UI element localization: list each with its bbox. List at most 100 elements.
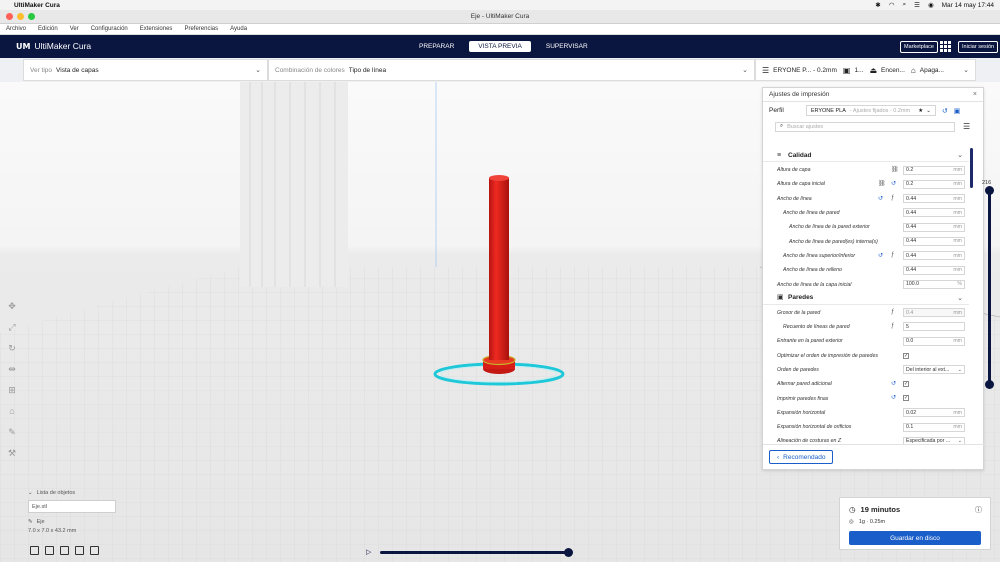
search-icon[interactable]: ⌕ <box>902 1 906 9</box>
scale-tool-icon[interactable]: ⤢ <box>6 321 18 333</box>
chevron-down-icon: ⌄ <box>957 366 962 373</box>
macos-app-name[interactable]: UltiMaker Cura <box>14 2 60 9</box>
profile-dropdown[interactable]: ERYONE PLA - Ajustes fijados - 0.2mm ★ ⌄ <box>805 105 936 116</box>
minimize-window-button[interactable] <box>17 13 24 20</box>
setting-input[interactable]: 0.02 mm <box>903 408 965 418</box>
view-left-icon[interactable] <box>75 546 84 555</box>
menu-archivo[interactable]: Archivo <box>6 26 26 32</box>
menu-edicion[interactable]: Edición <box>38 26 58 32</box>
setting-select[interactable]: Especificada por ... ⌄ <box>903 436 965 444</box>
setting-input[interactable]: 5 <box>903 322 965 332</box>
tab-preparar[interactable]: PREPARAR <box>410 41 463 52</box>
category-calidad[interactable]: ≡ Calidad ⌄ <box>763 149 969 162</box>
move-tool-icon[interactable]: ✥ <box>6 300 18 312</box>
recommended-button[interactable]: ‹ Recomendado <box>769 450 834 464</box>
mirror-tool-icon[interactable]: ⇹ <box>6 363 18 375</box>
function-icon[interactable]: ƒ <box>891 323 894 329</box>
layer-slider[interactable] <box>985 186 994 389</box>
function-icon[interactable]: ƒ <box>891 309 894 315</box>
wifi-icon[interactable]: ◠ <box>889 1 895 9</box>
object-list-item[interactable]: Eje.stl <box>28 500 116 513</box>
setting-input[interactable]: 0.44 mm <box>903 251 965 261</box>
setting-row: Imprimir paredes finas ↺ ✓ <box>763 391 969 405</box>
menu-ver[interactable]: Ver <box>70 26 79 32</box>
settings-visibility-menu-icon[interactable]: ☰ <box>963 122 970 131</box>
setting-label: Expansión horizontal <box>777 409 826 416</box>
setting-input[interactable]: 0.4 mm <box>903 308 965 318</box>
zoom-window-button[interactable] <box>28 13 35 20</box>
menu-configuracion[interactable]: Configuración <box>91 26 128 32</box>
setting-input[interactable]: 0.44 mm <box>903 222 965 232</box>
bluetooth-icon[interactable]: ✱ <box>875 1 880 9</box>
measure-tool-icon[interactable]: ✎ <box>6 426 18 438</box>
tab-vista-previa[interactable]: VISTA PREVIA <box>469 41 531 52</box>
setting-input[interactable]: 0.44 mm <box>903 236 965 246</box>
setting-input[interactable]: 0.2 mm <box>903 179 965 189</box>
setting-checkbox[interactable]: ✓ <box>903 352 909 359</box>
control-center-icon[interactable]: ☰ <box>914 1 920 9</box>
setting-input[interactable]: 0.44 mm <box>903 265 965 275</box>
paint-tool-icon[interactable]: ⚒ <box>6 447 18 459</box>
setting-input[interactable]: 0.44 mm <box>903 194 965 204</box>
view-top-icon[interactable] <box>60 546 69 555</box>
setting-unit: mm <box>953 209 962 216</box>
setting-unit: mm <box>953 338 962 345</box>
search-input[interactable]: ⌕ Buscar ajustes <box>775 121 955 132</box>
print-setup-selector[interactable]: ☰ ERYONE P... - 0.2mm ▣ 1... ⏏ Encen... … <box>755 59 976 81</box>
close-window-button[interactable] <box>6 13 13 20</box>
profile-row: Perfil ERYONE PLA - Ajustes fijados - 0.… <box>763 102 983 119</box>
object-list-toggle[interactable]: ⌄ Lista de objetos <box>28 490 128 496</box>
menu-extensiones[interactable]: Extensiones <box>140 26 173 32</box>
layer-slider-bottom-handle[interactable] <box>985 380 994 389</box>
info-icon[interactable]: ⓘ <box>975 505 982 515</box>
menu-preferencias[interactable]: Preferencias <box>184 26 218 32</box>
reset-icon[interactable]: ↺ <box>891 394 896 401</box>
close-icon[interactable]: × <box>973 91 977 98</box>
reset-icon[interactable]: ↺ <box>878 252 883 259</box>
function-icon[interactable]: ƒ <box>891 252 894 258</box>
marketplace-button[interactable]: Marketplace <box>900 41 938 53</box>
print-time-value: 19 minutos <box>860 505 901 514</box>
settings-scrollbar[interactable] <box>970 148 973 188</box>
setting-value: 0.4 <box>906 309 914 316</box>
setting-input[interactable]: 0.44 mm <box>903 208 965 218</box>
play-icon[interactable]: ▷ <box>366 548 371 556</box>
menu-ayuda[interactable]: Ayuda <box>230 26 247 32</box>
per-model-settings-icon[interactable]: ⊞ <box>6 384 18 396</box>
setting-input[interactable]: 0.2 mm <box>903 165 965 175</box>
save-profile-icon[interactable]: ▣ <box>954 107 961 115</box>
setting-checkbox[interactable]: ✓ <box>903 381 909 388</box>
setting-input[interactable]: 100.0% <box>903 279 965 289</box>
tab-supervisar[interactable]: SUPERVISAR <box>537 41 597 52</box>
reset-profile-icon[interactable]: ↺ <box>942 107 948 115</box>
support-blocker-icon[interactable]: ⌂ <box>6 405 18 417</box>
link-icon[interactable]: ⛓ <box>878 180 886 187</box>
setting-select[interactable]: Del interior al ext... ⌄ <box>903 365 965 375</box>
layer-playback-slider[interactable] <box>380 548 573 557</box>
link-icon[interactable]: ⛓ <box>891 166 899 173</box>
setting-input[interactable]: 0.0 mm <box>903 336 965 346</box>
setting-input[interactable]: 0.1 mm <box>903 422 965 432</box>
reset-icon[interactable]: ↺ <box>891 380 896 387</box>
star-icon[interactable]: ★ <box>918 108 923 114</box>
view-front-icon[interactable] <box>45 546 54 555</box>
reset-icon[interactable]: ↺ <box>878 195 883 202</box>
playback-handle[interactable] <box>564 548 573 557</box>
setting-checkbox[interactable]: ✓ <box>903 395 909 402</box>
view-right-icon[interactable] <box>90 546 99 555</box>
siri-icon[interactable]: ◉ <box>928 1 934 9</box>
layer-slider-top-handle[interactable] <box>985 186 994 195</box>
rotate-tool-icon[interactable]: ↻ <box>6 342 18 354</box>
settings-list[interactable]: ≡ Calidad ⌄ Altura de capa ⛓ 0.2 mm Altura de c… <box>763 149 969 444</box>
color-scheme-dropdown[interactable]: Combinación de colores Tipo de línea ⌄ <box>268 59 755 81</box>
function-icon[interactable]: ƒ <box>891 195 894 201</box>
view-type-dropdown[interactable]: Ver tipo Vista de capas ⌄ <box>23 59 268 81</box>
macos-clock[interactable]: Mar 14 may 17:44 <box>942 2 994 9</box>
category-paredes[interactable]: ▣ Paredes ⌄ <box>763 292 969 305</box>
reset-icon[interactable]: ↺ <box>891 180 896 187</box>
signin-button[interactable]: Iniciar sesión <box>958 41 999 53</box>
view-3d-icon[interactable] <box>30 546 39 555</box>
pencil-icon[interactable]: ✎ <box>28 519 33 525</box>
save-to-disk-button[interactable]: Guardar en disco <box>849 531 981 545</box>
apps-grid-icon[interactable] <box>940 41 951 52</box>
